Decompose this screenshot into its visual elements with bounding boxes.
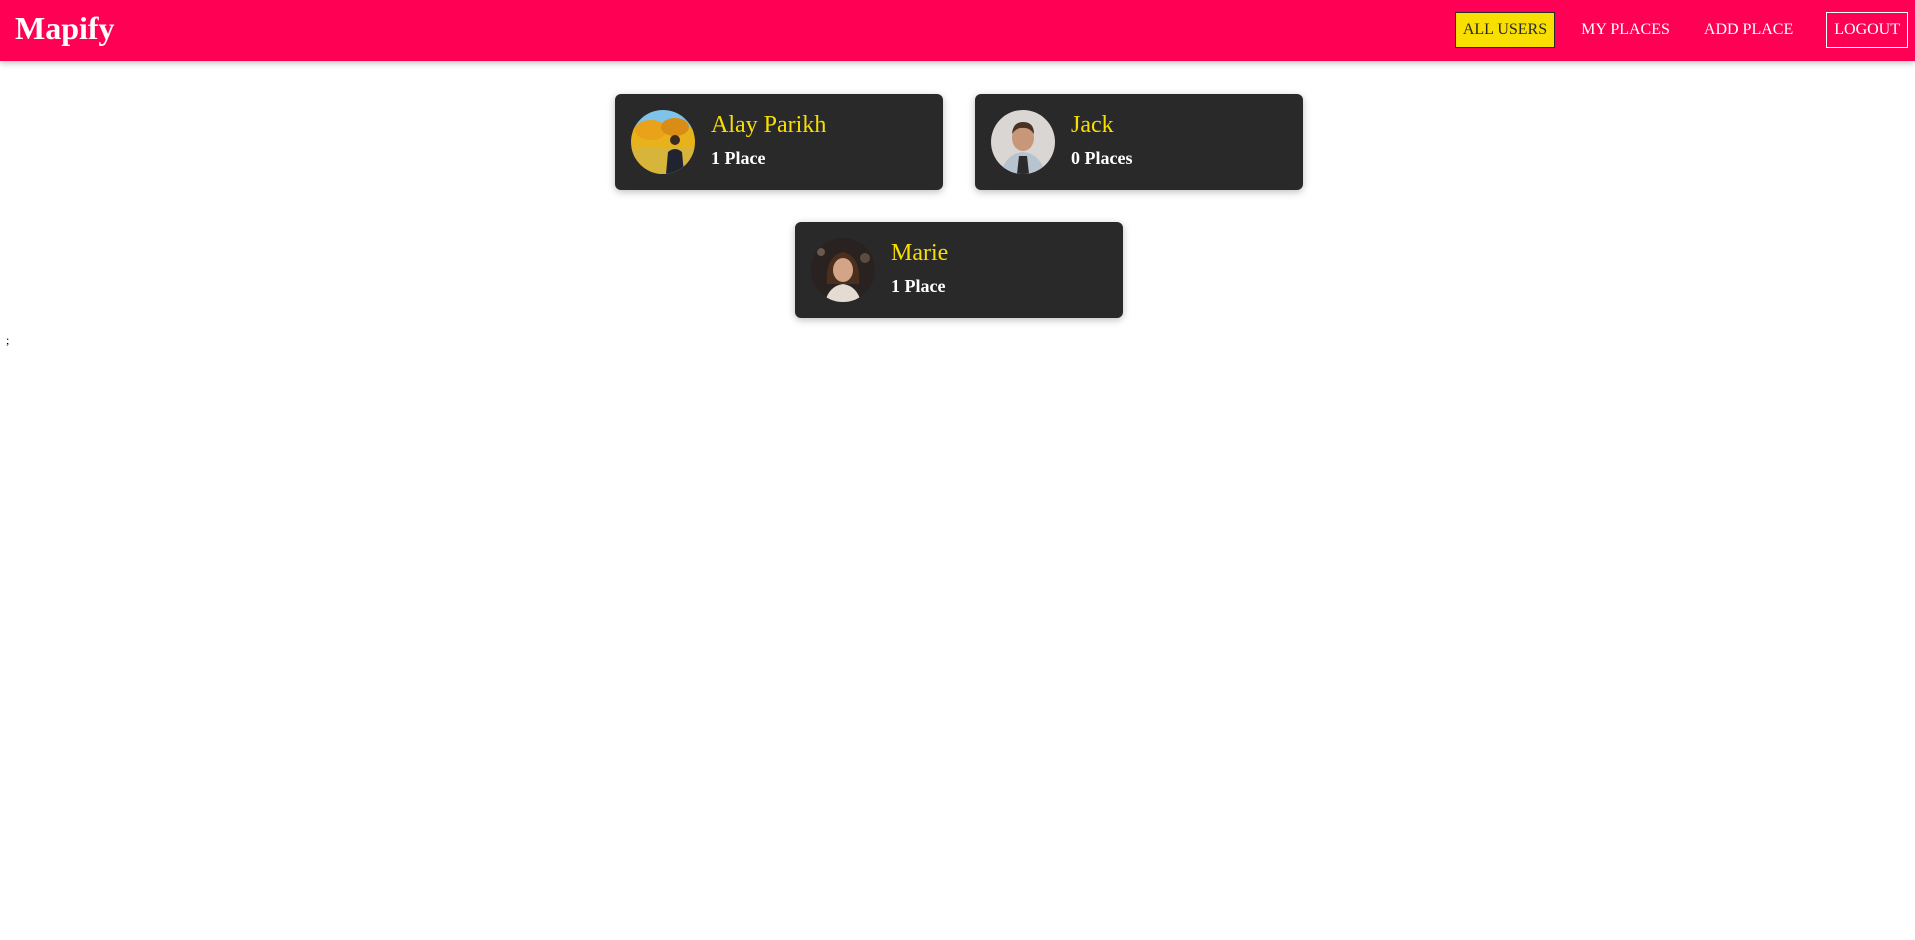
nav-add-place[interactable]: ADD PLACE xyxy=(1696,12,1801,48)
nav-all-users[interactable]: ALL USERS xyxy=(1454,12,1556,48)
user-place-count: 0 Places xyxy=(1071,148,1133,168)
user-name: Jack xyxy=(1071,112,1114,138)
nav-my-places[interactable]: MY PLACES xyxy=(1573,12,1678,48)
user-name: Alay Parikh xyxy=(711,112,827,138)
user-place-count: 1 Place xyxy=(711,148,766,168)
user-avatar xyxy=(991,110,1055,174)
app-logo[interactable]: Mapify xyxy=(15,10,115,47)
user-card[interactable]: Jack 0 Places xyxy=(975,94,1303,190)
user-avatar xyxy=(631,110,695,174)
stray-text: ; xyxy=(6,333,10,347)
logout-button[interactable]: LOGOUT xyxy=(1826,12,1908,48)
user-card[interactable]: Alay Parikh 1 Place xyxy=(615,94,943,190)
user-place-count: 1 Place xyxy=(891,276,946,296)
user-avatar xyxy=(811,238,875,302)
user-name: Marie xyxy=(891,240,949,266)
main-header: Mapify ALL USERS MY PLACES ADD PLACE LOG… xyxy=(0,0,1915,61)
user-card[interactable]: Marie 1 Place xyxy=(795,222,1123,318)
nav-links: ALL USERS MY PLACES ADD PLACE LOGOUT xyxy=(1437,12,1908,48)
